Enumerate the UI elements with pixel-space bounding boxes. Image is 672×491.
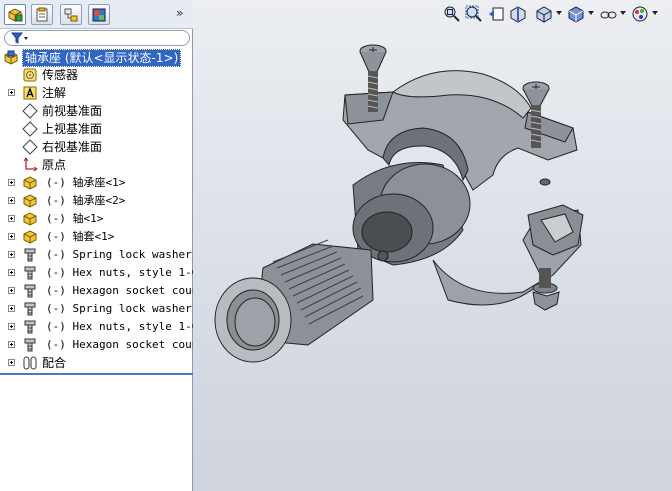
expand-toggle[interactable] xyxy=(8,323,15,330)
appearance-dropdown-icon[interactable] xyxy=(652,11,658,15)
graphics-area[interactable] xyxy=(193,0,672,491)
assembly-model-3d[interactable] xyxy=(193,0,672,491)
toolbox-part-icon xyxy=(24,302,36,316)
feature-tree-icon xyxy=(8,8,23,22)
tree-item-label: 右视基准面 xyxy=(42,140,103,154)
manager-tabs: » xyxy=(0,0,193,29)
tree-item-component[interactable]: (-) Hex nuts, style 1-Gra xyxy=(0,318,193,336)
part-icon xyxy=(23,212,37,226)
expand-toggle[interactable] xyxy=(8,89,15,96)
property-sheet-icon xyxy=(36,7,48,22)
toolbox-part-icon xyxy=(24,338,36,352)
appearance-icon xyxy=(92,8,106,22)
tree-item-right-plane[interactable]: 右视基准面 xyxy=(0,138,193,156)
tree-item-label: (-) Spring lock washers-- xyxy=(46,248,193,261)
tree-item-component[interactable]: (-) Hexagon socket counte xyxy=(0,282,193,300)
view-orientation-dropdown-icon[interactable] xyxy=(556,11,562,15)
tree-root[interactable]: 轴承座 (默认<显示状态-1>) xyxy=(0,48,193,67)
tree-item-top-plane[interactable]: 上视基准面 xyxy=(0,120,193,138)
tree-item-label: 前视基准面 xyxy=(42,104,103,118)
toolbox-part-icon xyxy=(24,284,36,298)
zoom-fit-icon[interactable] xyxy=(443,5,461,23)
part-icon xyxy=(23,230,37,244)
tree-item-label: 原点 xyxy=(42,158,67,172)
display-manager-tab[interactable] xyxy=(88,4,110,25)
mates-icon xyxy=(23,356,37,370)
toolbox-part-icon xyxy=(24,320,36,334)
expand-toggle[interactable] xyxy=(8,197,15,204)
expand-toggle[interactable] xyxy=(8,233,15,240)
display-style-dropdown-icon[interactable] xyxy=(588,11,594,15)
annotation-icon xyxy=(23,86,37,100)
expand-toggle[interactable] xyxy=(8,269,15,276)
expand-toggle[interactable] xyxy=(8,251,15,258)
tree-item-component[interactable]: (-) Hexagon socket counte xyxy=(0,336,193,354)
hide-show-dropdown-icon[interactable] xyxy=(620,11,626,15)
assembly-icon xyxy=(4,50,18,65)
configuration-icon xyxy=(64,8,78,22)
feature-manager-panel: » 轴承座 (默认<显示状态-1>) 传感器 注解 前视基准面 上视基准面 右视… xyxy=(0,0,193,491)
tree-item-label: 配合 xyxy=(42,356,67,370)
plane-icon xyxy=(22,139,38,155)
display-style-icon[interactable] xyxy=(567,5,585,23)
tree-item-component[interactable]: (-) 轴承座<2> xyxy=(0,192,193,210)
zoom-area-icon[interactable] xyxy=(465,5,483,23)
hex-nut[interactable] xyxy=(532,268,560,311)
tree-item-label: 上视基准面 xyxy=(42,122,103,136)
tree-item-label: (-) Hexagon socket counte xyxy=(46,284,193,297)
tree-item-component[interactable]: (-) Spring lock washers-- xyxy=(0,300,193,318)
expand-toggle[interactable] xyxy=(8,287,15,294)
shaft[interactable] xyxy=(214,239,374,363)
tree-item-label: (-) 轴<1> xyxy=(46,212,104,225)
appearance-icon[interactable] xyxy=(631,5,649,23)
tree-item-mates[interactable]: 配合 xyxy=(0,354,193,372)
section-view-icon[interactable] xyxy=(509,5,527,23)
tree-item-component[interactable]: (-) 轴承座<1> xyxy=(0,174,193,192)
filter-icon xyxy=(11,32,28,44)
tree-item-label: (-) Hex nuts, style 1-Gra xyxy=(46,266,193,279)
plane-icon xyxy=(22,103,38,119)
part-icon xyxy=(23,194,37,208)
property-manager-tab[interactable] xyxy=(31,4,53,25)
plane-icon xyxy=(22,121,38,137)
feature-manager-tab[interactable] xyxy=(4,4,26,25)
more-tabs-chevron-icon[interactable]: » xyxy=(176,6,190,22)
expand-toggle[interactable] xyxy=(8,341,15,348)
tree-filter-input[interactable] xyxy=(4,30,190,46)
tree-item-sensors[interactable]: 传感器 xyxy=(0,66,193,84)
tree-item-label: (-) 轴套<1> xyxy=(46,230,115,243)
expand-toggle[interactable] xyxy=(8,359,15,366)
tree-root-label: 轴承座 (默认<显示状态-1>) xyxy=(22,49,182,67)
origin-icon xyxy=(23,157,38,172)
sensor-icon xyxy=(23,68,37,82)
previous-view-icon[interactable] xyxy=(487,5,505,23)
tree-item-label: (-) 轴承座<1> xyxy=(46,176,126,189)
tree-item-component[interactable]: (-) Hex nuts, style 1-Gra xyxy=(0,264,193,282)
tree-item-component[interactable]: (-) 轴套<1> xyxy=(0,228,193,246)
tree-item-annotations[interactable]: 注解 xyxy=(0,84,193,102)
hide-show-icon[interactable] xyxy=(599,5,617,23)
tree-item-label: 注解 xyxy=(42,86,67,100)
tree-item-component[interactable]: (-) 轴<1> xyxy=(0,210,193,228)
view-orientation-icon[interactable] xyxy=(535,5,553,23)
tree-item-component[interactable]: (-) Spring lock washers-- xyxy=(0,246,193,264)
toolbox-part-icon xyxy=(24,248,36,262)
expand-toggle[interactable] xyxy=(8,305,15,312)
tree-item-front-plane[interactable]: 前视基准面 xyxy=(0,102,193,120)
toolbox-part-icon xyxy=(24,266,36,280)
expand-toggle[interactable] xyxy=(8,215,15,222)
configuration-manager-tab[interactable] xyxy=(60,4,82,25)
expand-toggle[interactable] xyxy=(8,179,15,186)
feature-tree: 轴承座 (默认<显示状态-1>) 传感器 注解 前视基准面 上视基准面 右视基准… xyxy=(0,48,193,378)
tree-item-origin[interactable]: 原点 xyxy=(0,156,193,174)
tree-item-label: (-) Spring lock washers-- xyxy=(46,302,193,315)
tree-item-label: (-) Hexagon socket counte xyxy=(46,338,193,351)
tree-item-label: (-) 轴承座<2> xyxy=(46,194,126,207)
part-icon xyxy=(23,176,37,190)
rollback-bar[interactable] xyxy=(0,373,193,375)
tree-item-label: 传感器 xyxy=(42,68,79,82)
tree-item-label: (-) Hex nuts, style 1-Gra xyxy=(46,320,193,333)
